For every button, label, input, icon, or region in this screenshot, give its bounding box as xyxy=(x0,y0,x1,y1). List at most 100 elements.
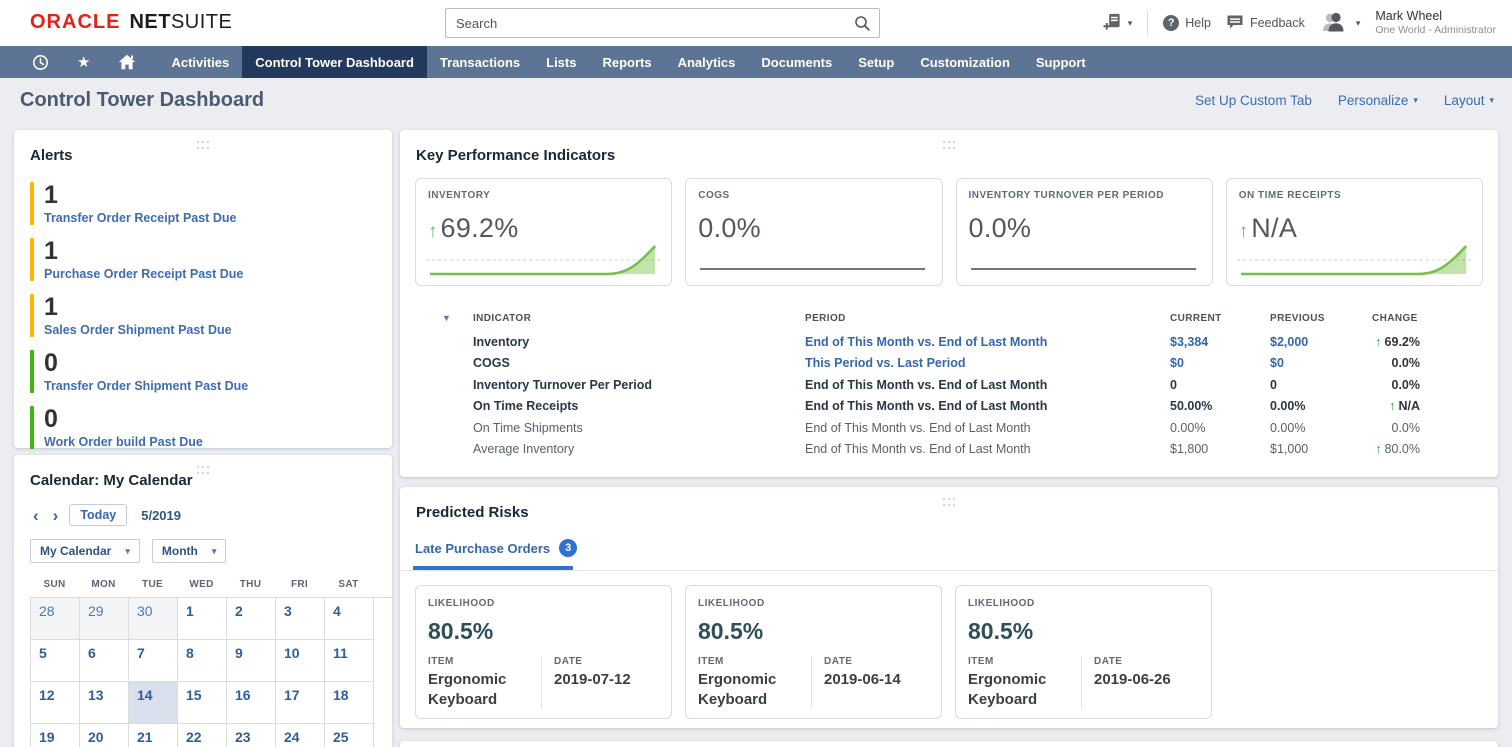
alert-link[interactable]: Sales Order Shipment Past Due xyxy=(44,323,232,337)
previous-cell[interactable]: 0.00% xyxy=(1270,399,1372,413)
calendar-day[interactable]: 9 xyxy=(227,640,276,682)
previous-cell[interactable]: $1,000 xyxy=(1270,442,1372,456)
calendar-day[interactable]: 22 xyxy=(178,724,227,747)
user-menu[interactable]: ▾ xyxy=(1320,11,1361,36)
calendar-day[interactable]: 14 xyxy=(129,682,178,724)
previous-cell[interactable]: 0.00% xyxy=(1270,421,1372,435)
nav-tab[interactable]: Lists xyxy=(533,46,589,78)
kpi-table-row[interactable]: Inventory End of This Month vs. End of L… xyxy=(415,331,1483,353)
previous-cell[interactable]: $2,000 xyxy=(1270,335,1372,349)
calendar-day[interactable]: 5 xyxy=(31,640,80,682)
calendar-day[interactable]: 10 xyxy=(276,640,325,682)
kpi-table-row[interactable]: Average Inventory End of This Month vs. … xyxy=(415,439,1483,461)
alert-link[interactable]: Transfer Order Receipt Past Due xyxy=(44,211,236,225)
calendar-next-icon[interactable]: › xyxy=(50,507,62,524)
kpi-table-row[interactable]: On Time Shipments End of This Month vs. … xyxy=(415,417,1483,439)
nav-tab[interactable]: Reports xyxy=(589,46,664,78)
recent-records-icon[interactable] xyxy=(18,46,63,78)
calendar-day[interactable]: 6 xyxy=(80,640,129,682)
current-cell[interactable]: 0.00% xyxy=(1170,421,1270,435)
calendar-day[interactable]: 25 xyxy=(325,724,374,747)
calendar-day[interactable]: 29 xyxy=(80,598,129,640)
search-input[interactable] xyxy=(446,9,879,37)
kpi-table-row[interactable]: On Time Receipts End of This Month vs. E… xyxy=(415,396,1483,418)
today-button[interactable]: Today xyxy=(69,504,127,526)
nav-tab[interactable]: Control Tower Dashboard xyxy=(242,46,427,78)
previous-cell[interactable]: 0 xyxy=(1270,378,1372,392)
user-info[interactable]: Mark Wheel One World - Administrator xyxy=(1375,9,1496,38)
calendar-day[interactable]: 18 xyxy=(325,682,374,724)
calendar-day[interactable]: 1 xyxy=(178,598,227,640)
alert-link[interactable]: Work Order build Past Due xyxy=(44,435,203,449)
nav-tab[interactable]: Support xyxy=(1023,46,1099,78)
personalize-menu[interactable]: Personalize▾ xyxy=(1338,93,1418,108)
calendar-day[interactable]: 2 xyxy=(227,598,276,640)
current-cell[interactable]: $0 xyxy=(1170,356,1270,370)
current-cell[interactable]: 50.00% xyxy=(1170,399,1270,413)
kpi-card[interactable]: INVENTORY TURNOVER PER PERIOD 0.0% xyxy=(956,178,1213,286)
calendar-day[interactable]: 30 xyxy=(129,598,178,640)
alert-item[interactable]: 0 Transfer Order Shipment Past Due xyxy=(30,350,376,393)
drag-handle-icon[interactable] xyxy=(937,137,961,149)
view-select-dropdown[interactable]: Month▾ xyxy=(152,539,227,563)
current-cell[interactable]: $1,800 xyxy=(1170,442,1270,456)
calendar-day[interactable]: 20 xyxy=(80,724,129,747)
alert-link[interactable]: Purchase Order Receipt Past Due xyxy=(44,267,243,281)
current-cell[interactable]: 0 xyxy=(1170,378,1270,392)
help-button[interactable]: ? Help xyxy=(1163,15,1211,31)
current-cell[interactable]: $3,384 xyxy=(1170,335,1270,349)
period-cell[interactable]: End of This Month vs. End of Last Month xyxy=(805,442,1170,456)
nav-tab[interactable]: Setup xyxy=(845,46,907,78)
nav-tab[interactable]: Transactions xyxy=(427,46,533,78)
calendar-day[interactable]: 7 xyxy=(129,640,178,682)
kpi-card[interactable]: ON TIME RECEIPTS ↑ N/A xyxy=(1226,178,1483,286)
nav-tab[interactable]: Customization xyxy=(907,46,1023,78)
calendar-day[interactable]: 24 xyxy=(276,724,325,747)
calendar-day[interactable]: 3 xyxy=(276,598,325,640)
nav-tab[interactable]: Documents xyxy=(748,46,845,78)
calendar-day[interactable]: 21 xyxy=(129,724,178,747)
alert-item[interactable]: 1 Sales Order Shipment Past Due xyxy=(30,294,376,337)
risk-card[interactable]: LIKELIHOOD 80.5% ITEM Ergonomic Keyboard… xyxy=(685,585,942,719)
calendar-day[interactable]: 16 xyxy=(227,682,276,724)
nav-tab[interactable]: Analytics xyxy=(665,46,749,78)
alert-item[interactable]: 1 Transfer Order Receipt Past Due xyxy=(30,182,376,225)
previous-cell[interactable]: $0 xyxy=(1270,356,1372,370)
search-icon[interactable] xyxy=(854,15,871,37)
period-cell[interactable]: End of This Month vs. End of Last Month xyxy=(805,378,1170,392)
drag-handle-icon[interactable] xyxy=(191,137,215,149)
calendar-day[interactable]: 28 xyxy=(31,598,80,640)
period-cell[interactable]: End of This Month vs. End of Last Month xyxy=(805,421,1170,435)
shortcuts-star-icon[interactable]: ★ xyxy=(63,46,104,78)
create-new-menu[interactable]: ▾ xyxy=(1103,12,1133,34)
alert-item[interactable]: 0 Work Order build Past Due xyxy=(30,406,376,449)
nav-tab[interactable]: Activities xyxy=(158,46,242,78)
drag-handle-icon[interactable] xyxy=(191,462,215,474)
calendar-day[interactable]: 17 xyxy=(276,682,325,724)
kpi-table-row[interactable]: Inventory Turnover Per Period End of Thi… xyxy=(415,374,1483,396)
period-cell[interactable]: End of This Month vs. End of Last Month xyxy=(805,399,1170,413)
calendar-day[interactable]: 23 xyxy=(227,724,276,747)
risk-card[interactable]: LIKELIHOOD 80.5% ITEM Ergonomic Keyboard… xyxy=(955,585,1212,719)
kpi-table-row[interactable]: COGS This Period vs. Last Period $0 $0 0… xyxy=(415,353,1483,375)
set-up-custom-tab-link[interactable]: Set Up Custom Tab xyxy=(1195,93,1312,108)
alert-link[interactable]: Transfer Order Shipment Past Due xyxy=(44,379,248,393)
calendar-day[interactable]: 8 xyxy=(178,640,227,682)
drag-handle-icon[interactable] xyxy=(937,494,961,506)
calendar-day[interactable]: 11 xyxy=(325,640,374,682)
alert-item[interactable]: 1 Purchase Order Receipt Past Due xyxy=(30,238,376,281)
period-cell[interactable]: End of This Month vs. End of Last Month xyxy=(805,335,1170,349)
calendar-day[interactable]: 13 xyxy=(80,682,129,724)
feedback-button[interactable]: Feedback xyxy=(1226,14,1305,33)
kpi-card[interactable]: INVENTORY ↑ 69.2% xyxy=(415,178,672,286)
calendar-day[interactable]: 19 xyxy=(31,724,80,747)
layout-menu[interactable]: Layout▾ xyxy=(1444,93,1494,108)
kpi-card[interactable]: COGS 0.0% xyxy=(685,178,942,286)
calendar-day[interactable]: 12 xyxy=(31,682,80,724)
risk-card[interactable]: LIKELIHOOD 80.5% ITEM Ergonomic Keyboard… xyxy=(415,585,672,719)
calendar-day[interactable]: 4 xyxy=(325,598,374,640)
calendar-day[interactable]: 15 xyxy=(178,682,227,724)
calendar-prev-icon[interactable]: ‹ xyxy=(30,507,42,524)
calendar-select-dropdown[interactable]: My Calendar▾ xyxy=(30,539,140,563)
period-cell[interactable]: This Period vs. Last Period xyxy=(805,356,1170,370)
